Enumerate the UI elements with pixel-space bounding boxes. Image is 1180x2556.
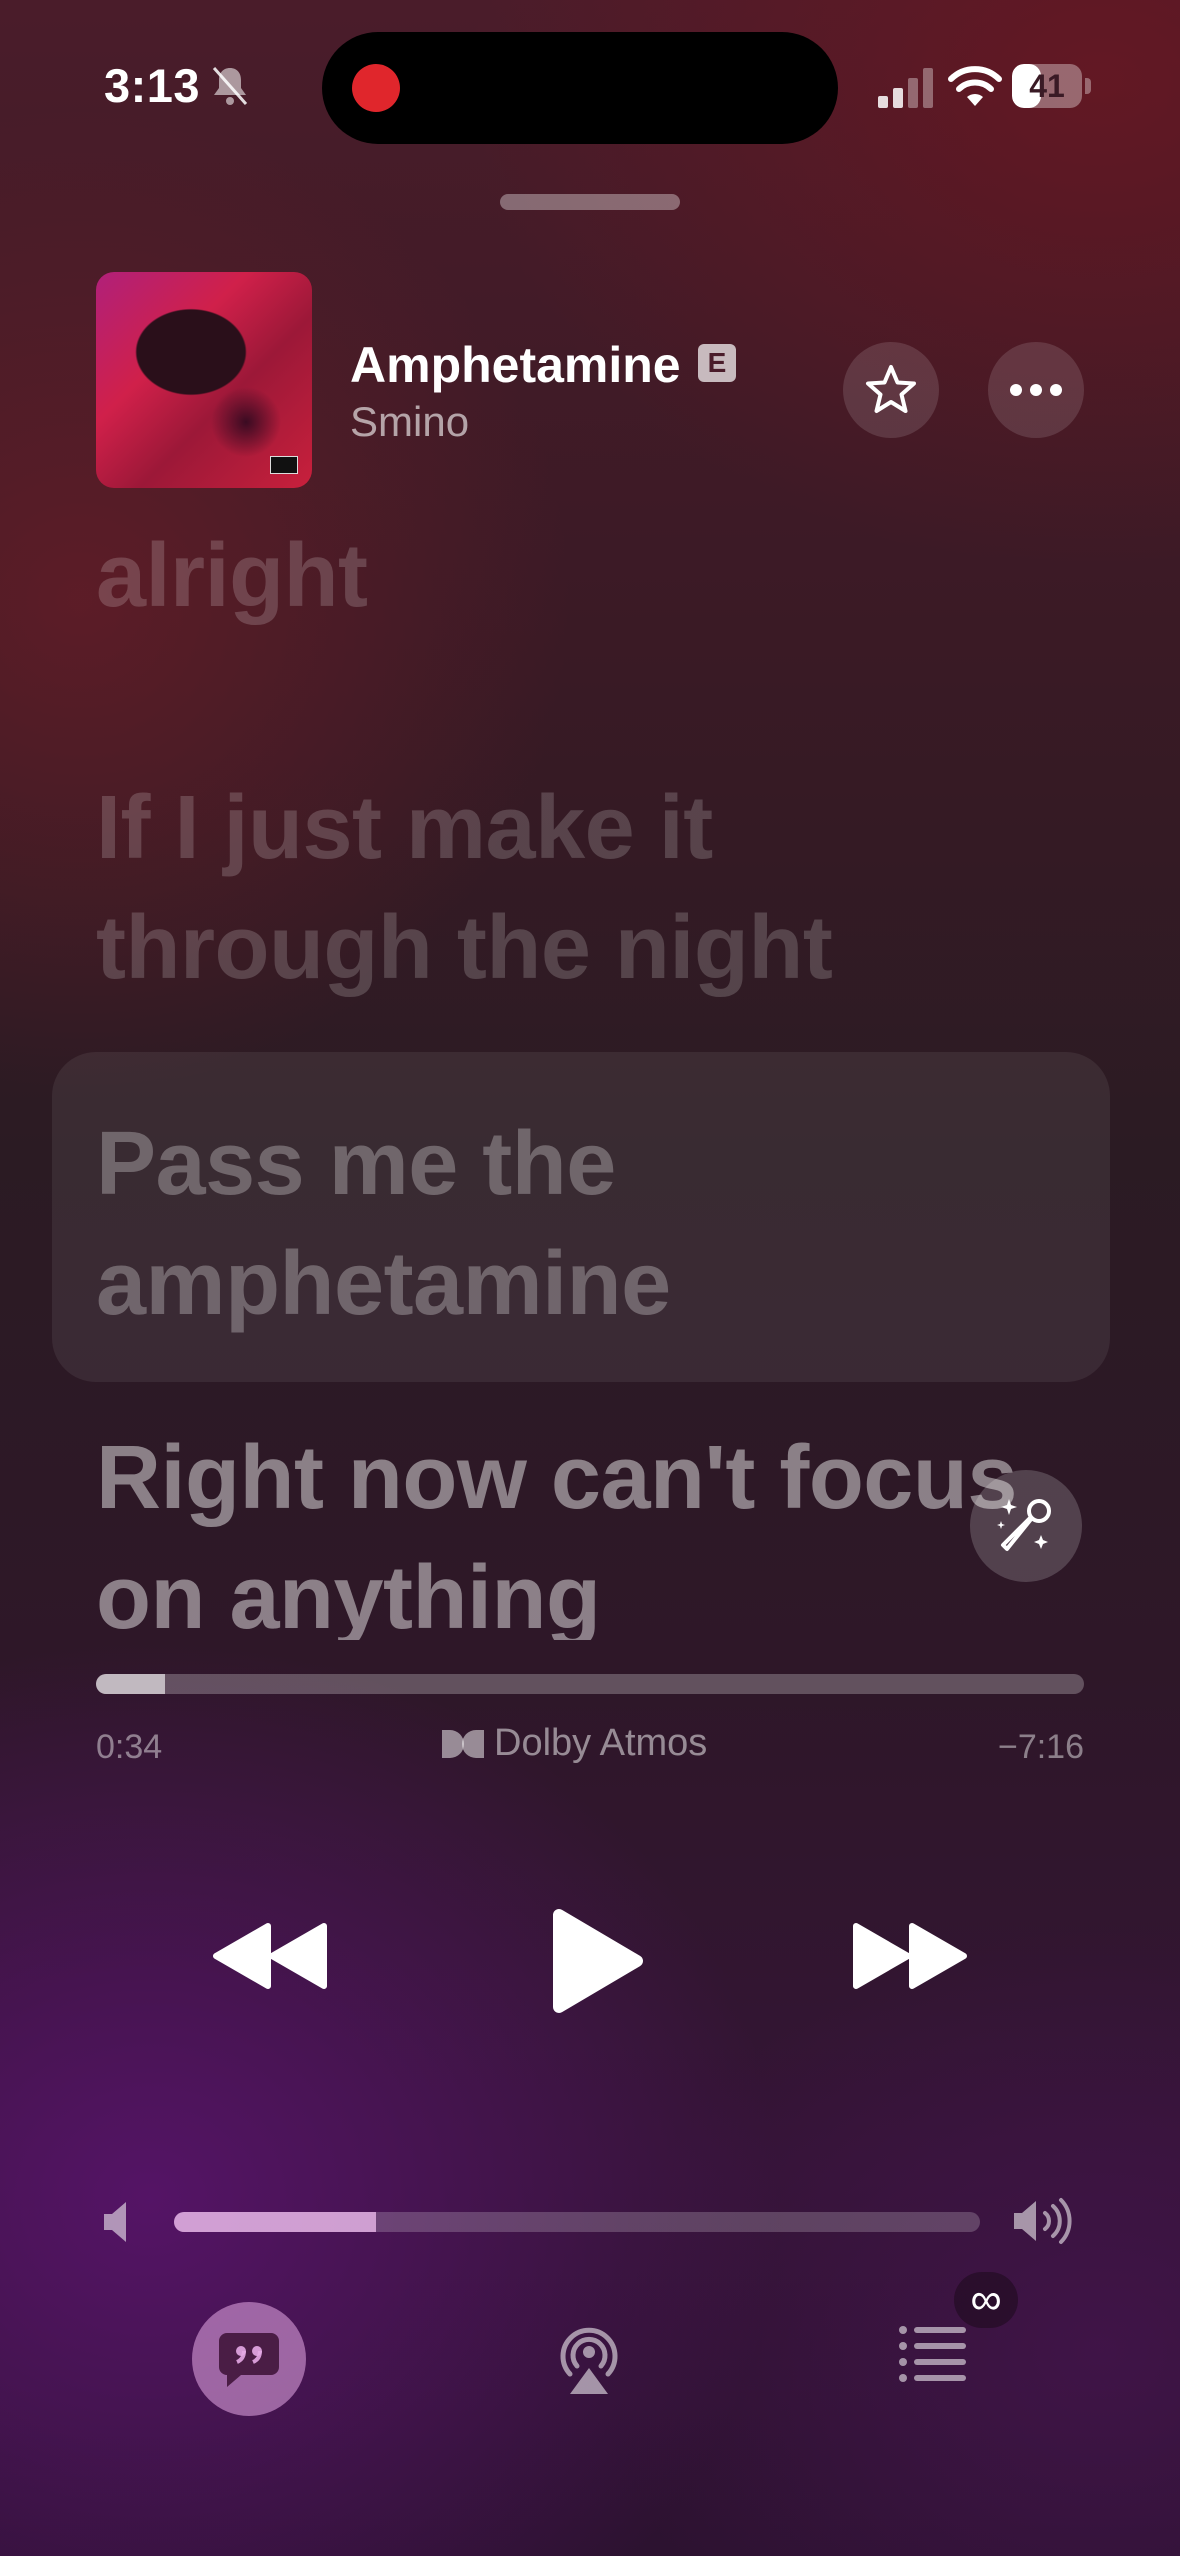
fast-forward-icon [853, 1923, 967, 1989]
rewind-icon [213, 1923, 327, 1989]
sing-button[interactable] [970, 1470, 1082, 1582]
elapsed-time: 0:34 [96, 1728, 163, 1766]
dolby-atmos-badge[interactable]: Dolby Atmos [440, 1722, 707, 1765]
battery-icon: 41 [1012, 64, 1094, 108]
song-title[interactable]: Amphetamine [350, 336, 681, 394]
sheet-grabber[interactable] [500, 194, 680, 210]
volume-slider[interactable] [174, 2212, 980, 2232]
favorite-button[interactable] [843, 342, 939, 438]
wifi-icon [948, 66, 1002, 106]
playback-progress-fill [96, 1674, 166, 1694]
battery-percentage: 41 [1029, 68, 1065, 104]
artist-name[interactable]: Smino [350, 398, 469, 446]
lyric-line-active[interactable]: Pass me the amphetamine [96, 1104, 1056, 1344]
dolby-icon [442, 1729, 484, 1758]
lyric-line[interactable]: Got no doubt I'll be alright [96, 490, 1056, 636]
lyrics-quote-icon [219, 2333, 279, 2387]
dolby-atmos-label: Dolby Atmos [494, 1722, 708, 1764]
fast-forward-button[interactable] [840, 1906, 980, 2006]
lyrics-button[interactable] [192, 2302, 306, 2416]
lyric-line[interactable]: Right now can't focus on anything [96, 1418, 1056, 1640]
ellipsis-icon [1010, 384, 1062, 396]
speaker-low-icon [104, 2202, 126, 2242]
parental-advisory-label [270, 456, 298, 474]
play-icon [553, 1909, 643, 2013]
status-time: 3:13 [104, 59, 201, 112]
rewind-button[interactable] [200, 1906, 340, 2006]
recording-dot-icon [352, 64, 400, 112]
queue-list-icon[interactable] [898, 2322, 968, 2382]
cellular-signal-icon [878, 68, 933, 108]
remaining-time: −7:16 [997, 1728, 1084, 1766]
autoplay-infinity-badge[interactable]: ∞ [954, 2272, 1018, 2328]
airplay-audio-icon[interactable] [548, 2316, 630, 2398]
star-icon [866, 365, 916, 413]
speaker-high-icon [1014, 2198, 1072, 2244]
magic-microphone-icon [997, 1499, 1051, 1551]
bell-muted-icon [212, 67, 248, 105]
explicit-badge: E [698, 344, 736, 382]
play-button[interactable] [530, 1896, 660, 2026]
lyrics-view[interactable]: Got no doubt I'll be alright If I just m… [0, 490, 1180, 1640]
playback-scrubber[interactable] [96, 1674, 1084, 1694]
volume-fill [174, 2212, 376, 2232]
more-options-button[interactable] [988, 342, 1084, 438]
album-artwork[interactable] [96, 272, 312, 488]
lyric-line[interactable]: If I just make it through the night [96, 768, 1056, 1008]
